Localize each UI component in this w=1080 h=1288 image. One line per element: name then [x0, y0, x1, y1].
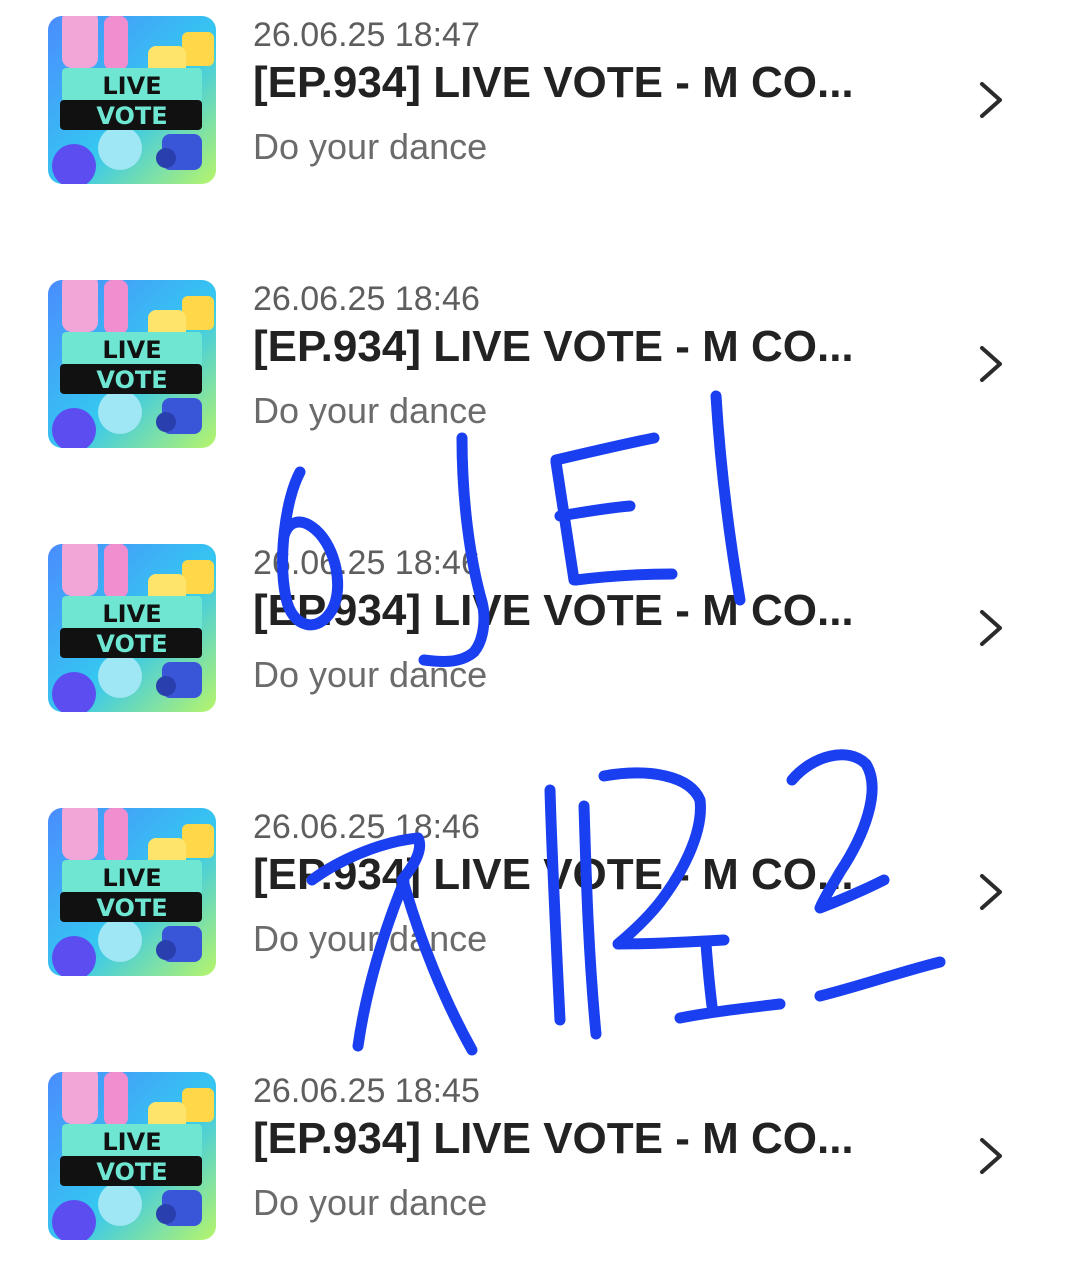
- list-item[interactable]: LIVE VOTE 26.06.25 18:46 [EP.934] LIVE V…: [0, 528, 1080, 728]
- thumbnail-text-live: LIVE: [102, 600, 161, 628]
- item-title: [EP.934] LIVE VOTE - M CO...: [253, 586, 854, 635]
- item-date: 26.06.25 18:45: [253, 1072, 480, 1110]
- list-item[interactable]: LIVE VOTE 26.06.25 18:46 [EP.934] LIVE V…: [0, 792, 1080, 992]
- live-vote-thumbnail: LIVE VOTE: [48, 1072, 216, 1240]
- item-subtitle: Do your dance: [253, 126, 488, 167]
- thumbnail-text-vote: VOTE: [96, 366, 167, 394]
- thumbnail-text-live: LIVE: [102, 1128, 161, 1156]
- item-subtitle: Do your dance: [253, 918, 488, 959]
- item-title: [EP.934] LIVE VOTE - M CO...: [253, 850, 854, 899]
- thumbnail-text-live: LIVE: [102, 72, 161, 100]
- thumbnail-text-live: LIVE: [102, 864, 161, 892]
- item-date: 26.06.25 18:46: [253, 544, 480, 582]
- chevron-right-icon[interactable]: [972, 1134, 1008, 1178]
- live-vote-thumbnail: LIVE VOTE: [48, 280, 216, 448]
- item-date: 26.06.25 18:46: [253, 808, 480, 846]
- vote-history-list: LIVE VOTE 26.06.25 18:47 [EP.934] LIVE V…: [0, 0, 1080, 1288]
- item-title: [EP.934] LIVE VOTE - M CO...: [253, 58, 854, 107]
- chevron-right-icon[interactable]: [972, 606, 1008, 650]
- chevron-right-icon[interactable]: [972, 342, 1008, 386]
- thumbnail-text-vote: VOTE: [96, 894, 167, 922]
- item-subtitle: Do your dance: [253, 654, 488, 695]
- item-date: 26.06.25 18:47: [253, 16, 480, 54]
- thumbnail-text-vote: VOTE: [96, 1158, 167, 1186]
- list-item[interactable]: LIVE VOTE 26.06.25 18:46 [EP.934] LIVE V…: [0, 264, 1080, 464]
- live-vote-thumbnail: LIVE VOTE: [48, 16, 216, 184]
- item-title: [EP.934] LIVE VOTE - M CO...: [253, 1114, 854, 1163]
- thumbnail-text-live: LIVE: [102, 336, 161, 364]
- thumbnail-text-vote: VOTE: [96, 630, 167, 658]
- chevron-right-icon[interactable]: [972, 78, 1008, 122]
- item-title: [EP.934] LIVE VOTE - M CO...: [253, 322, 854, 371]
- list-item[interactable]: LIVE VOTE 26.06.25 18:47 [EP.934] LIVE V…: [0, 0, 1080, 200]
- item-subtitle: Do your dance: [253, 1182, 488, 1223]
- thumbnail-text-vote: VOTE: [96, 102, 167, 130]
- live-vote-thumbnail: LIVE VOTE: [48, 808, 216, 976]
- chevron-right-icon[interactable]: [972, 870, 1008, 914]
- list-item[interactable]: LIVE VOTE 26.06.25 18:45 [EP.934] LIVE V…: [0, 1056, 1080, 1256]
- live-vote-thumbnail: LIVE VOTE: [48, 544, 216, 712]
- item-subtitle: Do your dance: [253, 390, 488, 431]
- item-date: 26.06.25 18:46: [253, 280, 480, 318]
